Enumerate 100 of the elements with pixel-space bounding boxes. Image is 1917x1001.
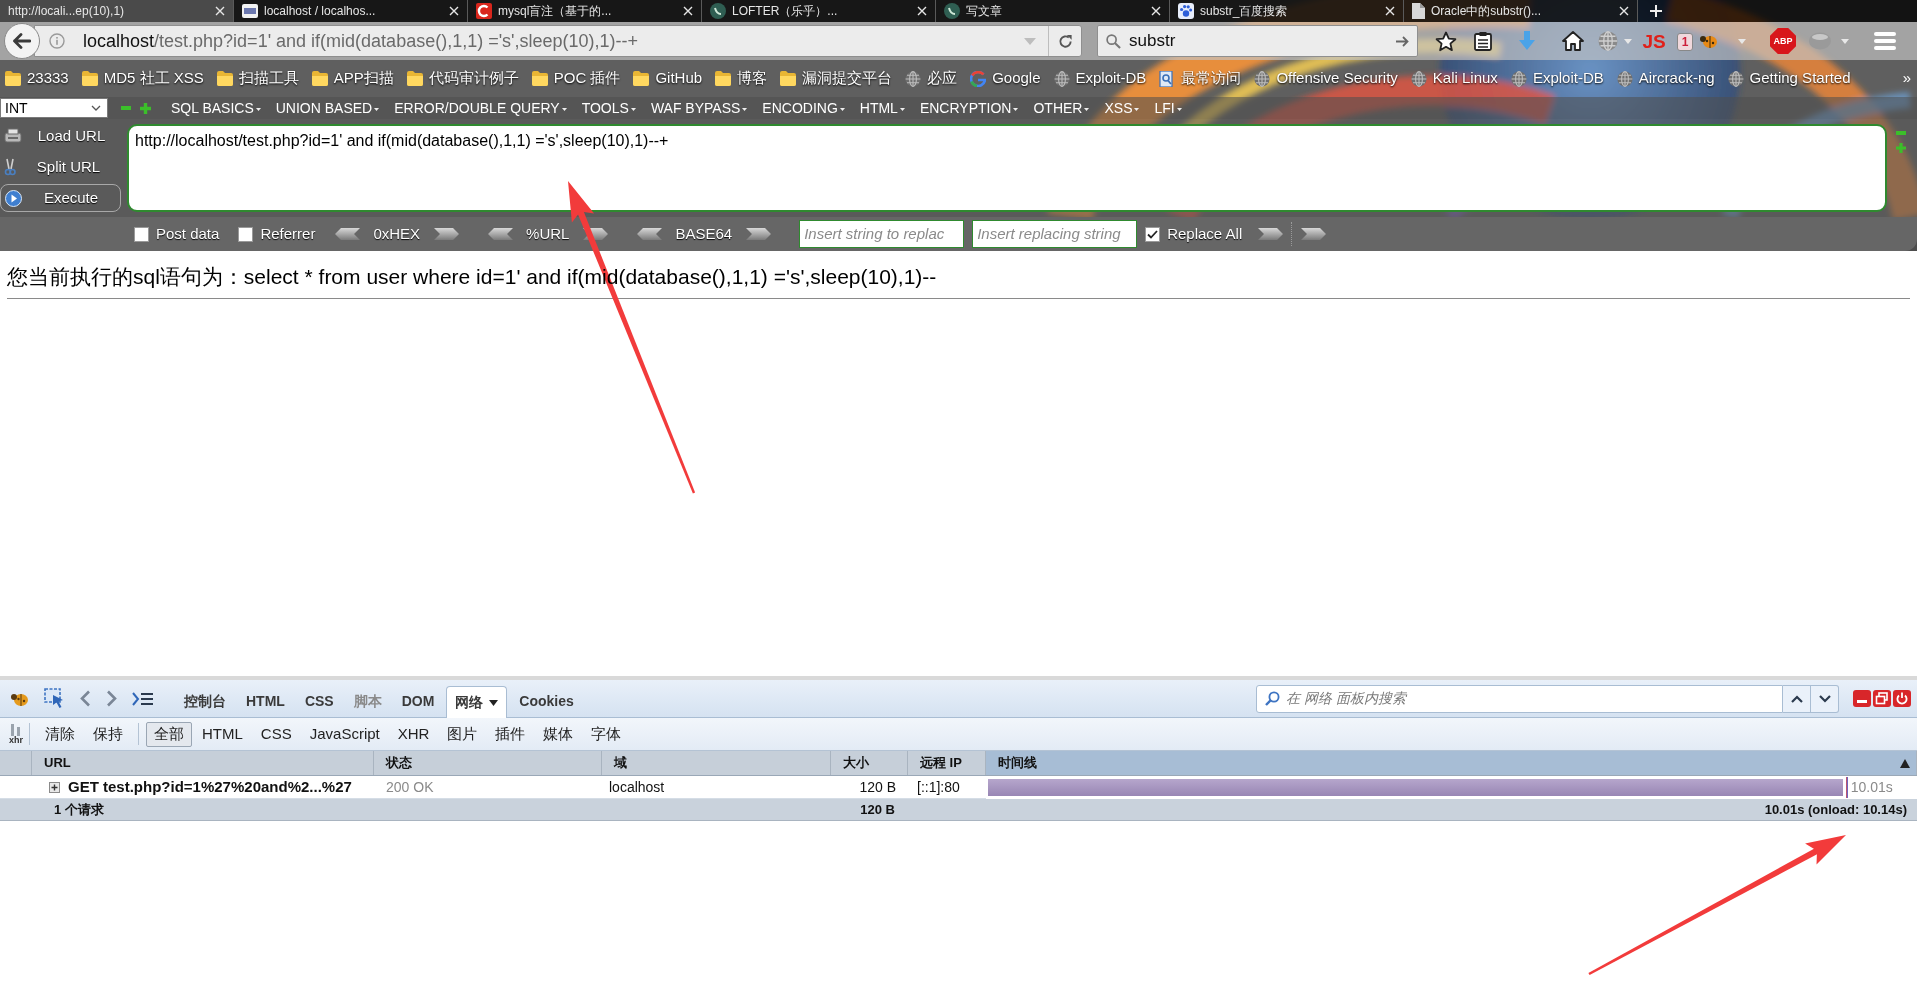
toolbar-button[interactable]: 保持 <box>86 721 130 747</box>
toolbar-button[interactable]: 清除 <box>38 721 82 747</box>
menu-button[interactable]: SQL BASICS <box>171 97 261 119</box>
column-header[interactable]: 域 <box>602 751 831 775</box>
browser-tab[interactable]: localhost / localhos... <box>234 0 468 22</box>
panel-tab[interactable]: Cookies <box>511 686 582 717</box>
abp-button[interactable]: ABP <box>1770 28 1796 54</box>
close-icon[interactable] <box>683 6 693 16</box>
action-button[interactable]: Load URL <box>0 122 121 150</box>
filter-button[interactable]: HTML <box>194 721 251 747</box>
restore-icon[interactable] <box>1873 690 1891 707</box>
bookmark-item[interactable]: Exploit-DB <box>1510 67 1604 90</box>
menu-button[interactable]: ERROR/DOUBLE QUERY <box>394 97 567 119</box>
column-header[interactable]: URL <box>32 751 374 775</box>
bookmark-item[interactable]: POC 插件 <box>531 67 621 90</box>
url-textarea[interactable]: http://localhost/test.php?id=1' and if(mid(database(),1,1) ='s',sleep(10),1)--+ <box>127 124 1887 212</box>
caret-icon[interactable] <box>489 699 499 706</box>
menu-button[interactable]: ENCRYPTION <box>919 97 1019 119</box>
column-header[interactable]: 大小 <box>831 751 908 775</box>
checkbox[interactable] <box>1145 226 1161 242</box>
left-chevron-button[interactable] <box>487 228 514 240</box>
back-button[interactable] <box>4 23 40 59</box>
bookmark-item[interactable]: MD5 社工 XSS <box>81 67 204 90</box>
request-url[interactable]: GET test.php?id=1%27%20and%2...%27 <box>68 776 352 799</box>
bookmark-item[interactable]: 代码审计例子 <box>406 67 519 90</box>
filter-button[interactable]: JavaScript <box>301 721 388 747</box>
column-header[interactable]: 时间线 <box>986 751 1917 775</box>
text-input[interactable]: Insert replacing string <box>972 220 1138 248</box>
right-chevron-button[interactable] <box>433 228 460 240</box>
panel-tab[interactable]: DOM <box>393 686 443 717</box>
minimize-icon[interactable] <box>1853 690 1871 707</box>
count-badge[interactable]: 1 <box>1677 32 1693 51</box>
inspect-icon[interactable] <box>44 688 65 709</box>
close-icon[interactable] <box>1619 6 1629 16</box>
home-icon[interactable] <box>1562 31 1584 51</box>
action-button[interactable]: Execute <box>0 184 121 212</box>
left-chevron-icon[interactable] <box>80 690 91 707</box>
panel-tab[interactable]: CSS <box>296 686 342 717</box>
filter-button[interactable]: 全部 <box>146 721 192 747</box>
bookmark-item[interactable]: 扫描工具 <box>216 67 299 90</box>
browser-tab[interactable]: mysql盲注（基于的... <box>468 0 702 22</box>
right-chevron-icon[interactable] <box>106 690 117 707</box>
bookmark-item[interactable]: 23333 <box>5 67 69 90</box>
filter-button[interactable]: 媒体 <box>535 721 582 747</box>
filter-button[interactable]: CSS <box>252 721 300 747</box>
bookmark-item[interactable]: Getting Started <box>1727 67 1851 90</box>
filter-button[interactable]: 插件 <box>487 721 534 747</box>
filter-button[interactable]: 字体 <box>583 721 630 747</box>
expand-icon[interactable] <box>49 781 60 793</box>
menu-button[interactable]: UNION BASED <box>275 97 380 119</box>
browser-tab[interactable]: 写文章 <box>936 0 1170 22</box>
checkbox[interactable] <box>238 226 254 242</box>
menu-button[interactable]: WAF BYPASS <box>650 97 748 119</box>
bookmark-item[interactable]: 漏洞提交平台 <box>780 67 893 90</box>
go-arrow-icon[interactable] <box>1396 35 1409 47</box>
checkbox[interactable] <box>134 226 149 242</box>
text-input[interactable]: Insert string to replac <box>799 220 965 248</box>
bookmarks-overflow-button[interactable]: » <box>1902 67 1911 90</box>
bookmark-item[interactable]: Google <box>970 67 1041 90</box>
close-icon[interactable] <box>1151 6 1161 16</box>
new-tab-icon[interactable] <box>1650 5 1662 17</box>
right-chevron-button[interactable] <box>1300 228 1327 240</box>
xhr-button[interactable]: xhr <box>9 723 23 745</box>
bookmark-item[interactable]: Aircrack-ng <box>1616 67 1715 90</box>
command-line-icon[interactable] <box>132 691 153 706</box>
reading-list-icon[interactable] <box>1474 31 1492 51</box>
plus-icon[interactable] <box>140 102 151 114</box>
menu-button[interactable]: OTHER <box>1033 97 1090 119</box>
action-button[interactable]: Split URL <box>0 153 121 181</box>
bookmark-item[interactable]: GitHub <box>633 67 703 90</box>
panel-tab[interactable]: 控制台 <box>176 686 234 717</box>
column-header[interactable]: 状态 <box>374 751 602 775</box>
bookmark-item[interactable]: 必应 <box>905 67 958 90</box>
panel-tab[interactable]: HTML <box>238 686 293 717</box>
plus-icon[interactable] <box>1896 143 1906 153</box>
filter-button[interactable]: XHR <box>389 721 438 747</box>
browser-tab[interactable]: substr_百度搜索 <box>1170 0 1404 22</box>
menu-button[interactable]: XSS <box>1104 97 1140 119</box>
menu-button[interactable]: LFI <box>1154 97 1182 119</box>
bookmark-item[interactable]: 博客 <box>715 67 768 90</box>
power-icon[interactable] <box>1893 690 1911 707</box>
close-icon[interactable] <box>917 6 927 16</box>
search-up-button[interactable] <box>1783 684 1811 713</box>
bookmark-item[interactable]: APP扫描 <box>311 67 394 90</box>
mode-select[interactable]: INT <box>0 98 108 118</box>
browser-tab[interactable]: LOFTER（乐乎）... <box>702 0 936 22</box>
bookmark-item[interactable]: Kali Linux <box>1410 67 1498 90</box>
search-field[interactable]: substr <box>1097 25 1418 57</box>
right-chevron-button[interactable] <box>745 228 772 240</box>
menu-button[interactable]: ENCODING <box>762 97 845 119</box>
panel-tab[interactable]: 网络 <box>446 686 508 718</box>
menu-button[interactable]: HTML <box>859 97 905 119</box>
search-field[interactable]: 在 网络 面板内搜索 <box>1256 684 1783 713</box>
close-icon[interactable] <box>1385 6 1395 16</box>
address-field[interactable]: localhost/test.php?id=1' and if(mid(database(),1,1) ='s',sleep(10),1)--+ <box>34 25 1082 57</box>
browser-tab[interactable]: Oracle中的substr()... <box>1404 0 1638 22</box>
bug-icon[interactable] <box>1699 33 1719 49</box>
left-chevron-button[interactable] <box>334 228 361 240</box>
left-chevron-button[interactable] <box>636 228 663 240</box>
bookmark-item[interactable]: Offensive Security <box>1254 67 1398 90</box>
